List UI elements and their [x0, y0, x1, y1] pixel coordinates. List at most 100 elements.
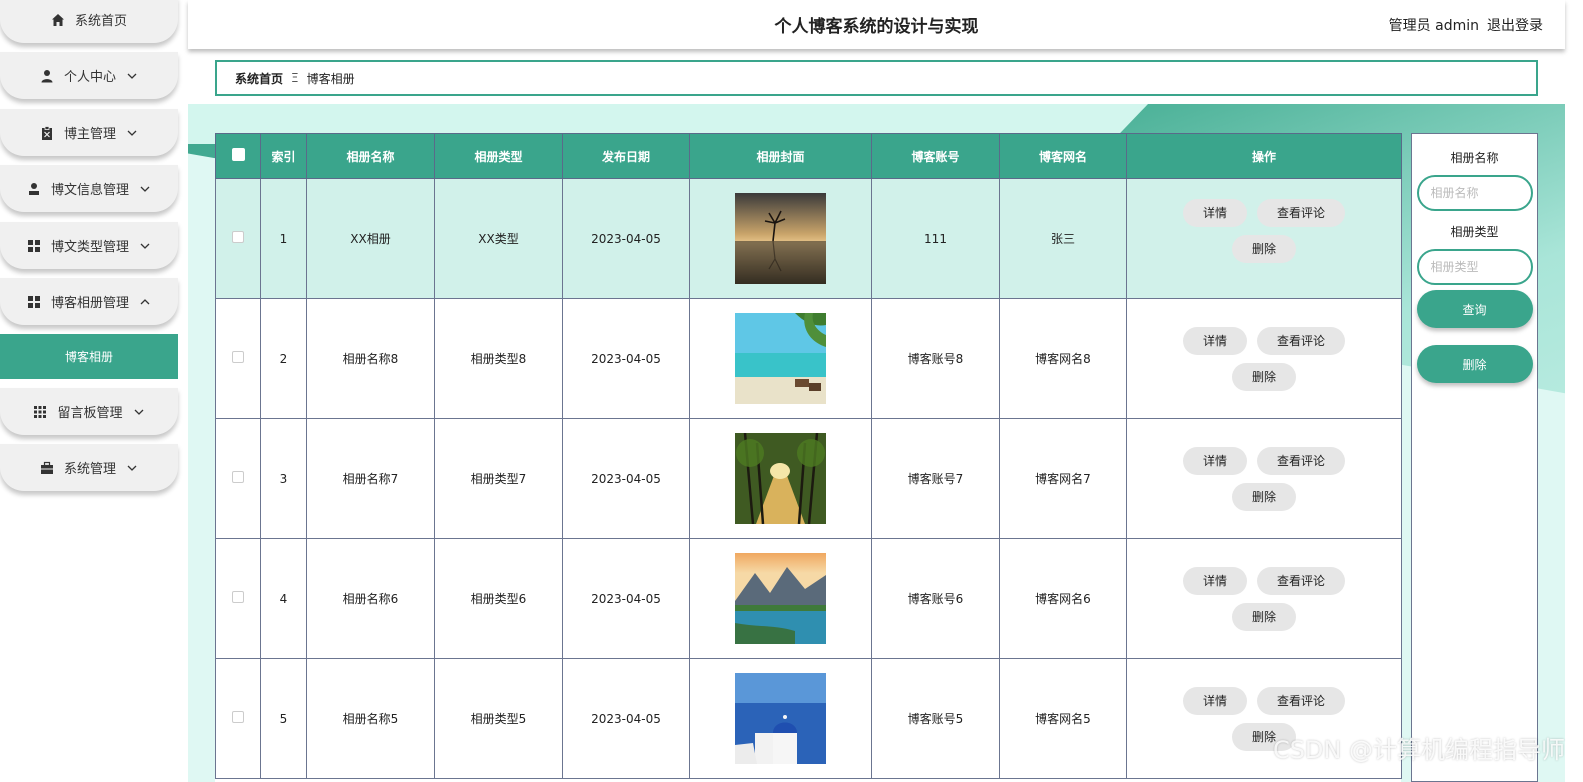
delete-row-button[interactable]: 删除 — [1231, 482, 1296, 511]
row-checkbox[interactable] — [232, 351, 244, 363]
table-row[interactable]: 5 相册名称5 相册类型5 2023-04-05 博客账号5 博客网名5 详情 … — [215, 658, 1402, 779]
sidebar-item-label: 系统管理 — [63, 462, 116, 477]
select-all-checkbox[interactable] — [231, 148, 245, 161]
actions-cell: 详情 查看评论 删除 — [1126, 178, 1402, 299]
watermark: CSDN @计算机编程指导师 — [1272, 736, 1565, 764]
actions-cell: 详情 查看评论 删除 — [1126, 298, 1402, 419]
breadcrumb-separator: Ξ — [291, 71, 299, 85]
blog-nickname-cell: 博客网名7 — [999, 418, 1127, 539]
delete-row-button[interactable]: 删除 — [1231, 602, 1296, 631]
table-row[interactable]: 2 相册名称8 相册类型8 2023-04-05 博客账号8 博客网名8 详情 … — [215, 298, 1402, 419]
chevron-down-icon — [139, 240, 151, 252]
table-row[interactable]: 1 XX相册 XX类型 2023-04-05 111 张三 详情 查看评论 删除 — [215, 178, 1402, 299]
cover-cell — [689, 538, 872, 659]
sidebar-item-article-type[interactable]: 博文类型管理 — [0, 222, 178, 269]
user-label: 管理员 admin — [1388, 18, 1479, 34]
album-name-input[interactable] — [1416, 175, 1533, 211]
index-cell: 2 — [260, 298, 307, 419]
row-checkbox[interactable] — [232, 471, 244, 483]
chevron-down-icon — [133, 406, 145, 418]
row-checkbox[interactable] — [232, 231, 244, 243]
blog-nickname-cell: 博客网名8 — [999, 298, 1127, 419]
sidebar-item-label: 系统首页 — [74, 14, 127, 29]
sidebar-item-label: 博文类型管理 — [50, 240, 129, 255]
album-type-input[interactable] — [1416, 249, 1533, 285]
row-checkbox-cell — [215, 298, 261, 419]
breadcrumb-current: 博客相册 — [306, 71, 355, 86]
clipboard-icon — [40, 125, 54, 140]
column-header: 索引 — [260, 133, 307, 179]
sidebar-item-album[interactable]: 博客相册管理 — [0, 278, 178, 325]
chevron-down-icon — [126, 70, 138, 82]
chevron-up-icon — [139, 296, 151, 308]
detail-button[interactable]: 详情 — [1182, 198, 1247, 227]
table-row[interactable]: 3 相册名称7 相册类型7 2023-04-05 博客账号7 博客网名7 详情 … — [215, 418, 1402, 539]
detail-button[interactable]: 详情 — [1182, 446, 1247, 475]
sidebar-item-label: 博主管理 — [63, 127, 116, 142]
top-header: 个人博客系统的设计与实现 管理员 admin 退出登录 — [188, 0, 1565, 49]
album-type-cell: 相册类型8 — [434, 298, 563, 419]
detail-button[interactable]: 详情 — [1182, 686, 1247, 715]
delete-row-button[interactable]: 删除 — [1231, 234, 1296, 263]
table-header-row: 索引 相册名称 相册类型 发布日期 相册封面 博客账号 博客网名 操作 — [215, 133, 1402, 179]
sidebar-item-label: 博客相册管理 — [50, 296, 129, 311]
breadcrumb: 系统首页 Ξ 博客相册 — [215, 60, 1538, 96]
view-comments-button[interactable]: 查看评论 — [1257, 446, 1346, 475]
detail-button[interactable]: 详情 — [1182, 326, 1247, 355]
album-name-label: 相册名称 — [1450, 151, 1499, 165]
blog-nickname-cell: 张三 — [999, 178, 1127, 299]
album-name-cell: 相册名称8 — [306, 298, 435, 419]
query-button[interactable]: 查询 — [1416, 290, 1533, 328]
user-area: 管理员 admin 退出登录 — [1381, 15, 1543, 35]
blog-account-cell: 111 — [871, 178, 1000, 299]
album-type-cell: XX类型 — [434, 178, 563, 299]
home-icon — [51, 13, 65, 27]
breadcrumb-home[interactable]: 系统首页 — [235, 70, 283, 87]
column-header: 博客账号 — [871, 133, 1000, 179]
publish-date-cell: 2023-04-05 — [562, 658, 690, 779]
sidebar-item-article[interactable]: 博文信息管理 — [0, 165, 178, 212]
detail-button[interactable]: 详情 — [1182, 566, 1247, 595]
index-cell: 4 — [260, 538, 307, 659]
sidebar-item-label: 博文信息管理 — [50, 183, 129, 198]
row-checkbox-cell — [215, 658, 261, 779]
batch-delete-button[interactable]: 删除 — [1416, 345, 1533, 383]
column-header: 发布日期 — [562, 133, 690, 179]
cover-image-tree-lake[interactable] — [735, 193, 826, 284]
logout-link[interactable]: 退出登录 — [1487, 18, 1543, 34]
search-panel: 相册名称 相册类型 查询 删除 — [1411, 133, 1538, 782]
sidebar-item-blogger[interactable]: 博主管理 — [0, 109, 178, 156]
publish-date-cell: 2023-04-05 — [562, 178, 690, 299]
blog-nickname-cell: 博客网名5 — [999, 658, 1127, 779]
album-type-cell: 相册类型6 — [434, 538, 563, 659]
sidebar: 系统首页 个人中心 博主管理 博文信息管理 博文类型管理 博客相册管理 博客相册… — [0, 0, 186, 782]
delete-row-button[interactable]: 删除 — [1231, 362, 1296, 391]
view-comments-button[interactable]: 查看评论 — [1257, 326, 1346, 355]
actions-cell: 详情 查看评论 删除 — [1126, 418, 1402, 539]
album-type-cell: 相册类型5 — [434, 658, 563, 779]
cover-image-beach[interactable] — [735, 313, 826, 404]
column-header: 相册名称 — [306, 133, 435, 179]
album-type-cell: 相册类型7 — [434, 418, 563, 539]
view-comments-button[interactable]: 查看评论 — [1257, 566, 1346, 595]
cover-image-santorini[interactable] — [735, 673, 826, 764]
sidebar-item-system[interactable]: 系统管理 — [0, 444, 178, 491]
row-checkbox[interactable] — [232, 711, 244, 723]
sidebar-item-guestbook[interactable]: 留言板管理 — [0, 388, 178, 435]
sidebar-item-profile[interactable]: 个人中心 — [0, 52, 178, 99]
table-row[interactable]: 4 相册名称6 相册类型6 2023-04-05 博客账号6 博客网名6 详情 … — [215, 538, 1402, 659]
cover-image-tree-avenue[interactable] — [735, 433, 826, 524]
blog-account-cell: 博客账号5 — [871, 658, 1000, 779]
grid-small-icon — [33, 405, 47, 419]
publish-date-cell: 2023-04-05 — [562, 418, 690, 539]
view-comments-button[interactable]: 查看评论 — [1257, 198, 1346, 227]
row-checkbox[interactable] — [232, 591, 244, 603]
cover-image-mountain-lake[interactable] — [735, 553, 826, 644]
sidebar-subitem-album[interactable]: 博客相册 — [0, 334, 178, 379]
sidebar-item-label: 留言板管理 — [57, 406, 123, 421]
column-header: 相册类型 — [434, 133, 563, 179]
actions-cell: 详情 查看评论 删除 — [1126, 538, 1402, 659]
view-comments-button[interactable]: 查看评论 — [1257, 686, 1346, 715]
sidebar-item-home[interactable]: 系统首页 — [0, 0, 178, 43]
chevron-down-icon — [139, 183, 151, 195]
